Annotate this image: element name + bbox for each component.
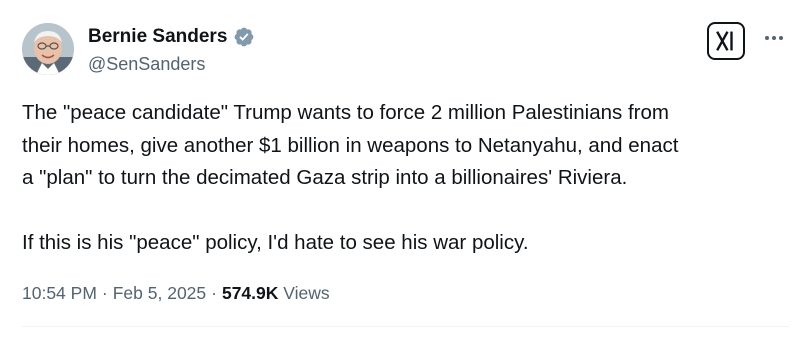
tweet-time[interactable]: 10:54 PM	[22, 283, 97, 303]
x-logo-button[interactable]	[707, 22, 745, 60]
tweet-text-line: their homes, give another $1 billion in …	[22, 133, 679, 157]
author-handle[interactable]: @SenSanders	[88, 52, 255, 76]
more-options-button[interactable]	[760, 28, 788, 48]
tweet-meta: 10:54 PM · Feb 5, 2025 · 574.9K Views	[22, 280, 330, 306]
author-display-name[interactable]: Bernie Sanders	[88, 25, 227, 49]
views-count[interactable]: 574.9K	[222, 283, 278, 303]
x-logo-icon	[716, 31, 733, 51]
tweet-text-blank-line	[22, 195, 797, 228]
views-label[interactable]: Views	[283, 283, 329, 303]
tweet-text-line: The "peace candidate" Trump wants to for…	[22, 101, 669, 124]
tweet-text: The "peace candidate" Trump wants to for…	[22, 97, 797, 260]
meta-separator: ·	[211, 283, 217, 303]
verified-badge-icon[interactable]	[233, 26, 255, 48]
avatar[interactable]	[22, 23, 74, 75]
tweet-text-line: a "plan" to turn the decimated Gaza stri…	[22, 166, 628, 189]
tweet-date[interactable]: Feb 5, 2025	[113, 283, 206, 303]
meta-separator: ·	[101, 283, 108, 303]
tweet-text-line: If this is his "peace" policy, I'd hate …	[22, 231, 529, 254]
profile-photo	[22, 23, 74, 75]
divider	[22, 326, 789, 327]
more-options-icon	[765, 36, 783, 40]
name-row: Bernie Sanders	[88, 25, 255, 49]
author-info: Bernie Sanders @SenSanders	[88, 25, 255, 76]
